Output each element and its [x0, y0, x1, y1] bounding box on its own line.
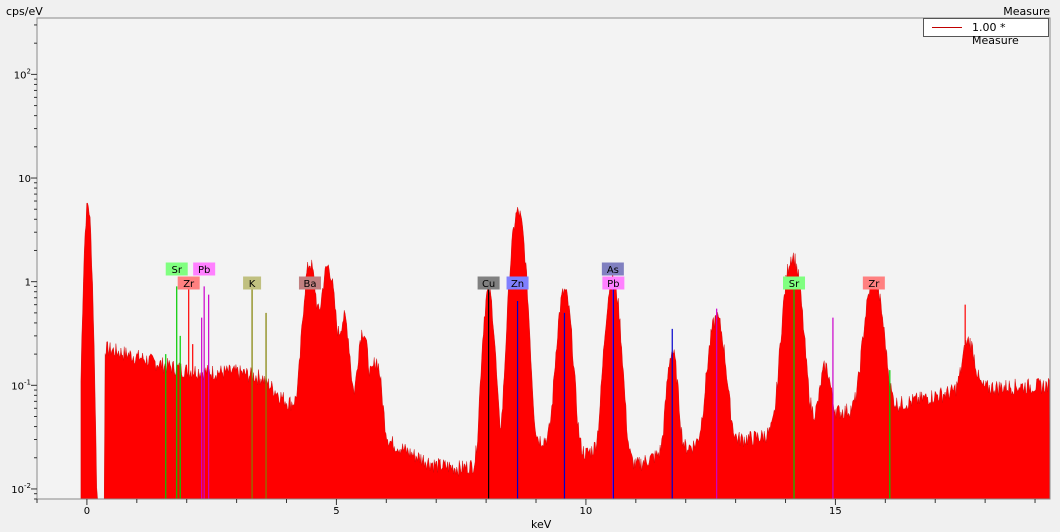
- legend-line-swatch: [932, 27, 962, 28]
- element-label-sr: Sr: [165, 262, 188, 276]
- element-label-sr: Sr: [783, 276, 806, 290]
- element-label-text: Zn: [511, 279, 524, 290]
- element-label-ba: Ba: [298, 276, 321, 290]
- element-label-zr: Zr: [862, 276, 885, 290]
- element-label-text: Cu: [482, 279, 495, 290]
- element-label-text: Ba: [303, 279, 316, 290]
- spectrum-chart: cps/eV Measure Sr Pb Zr K Ba Cu Zn As Pb Sr Zr 0 5 10…: [0, 0, 1060, 532]
- element-label-text: Pb: [198, 265, 210, 276]
- x-tick-label: 10: [580, 506, 593, 517]
- y-tick-label: 1: [25, 278, 31, 289]
- element-label-text: Zr: [183, 279, 195, 290]
- element-label-text: K: [249, 279, 256, 290]
- legend-entry-label: 1.00 * Measure: [972, 21, 1019, 47]
- element-label-text: As: [607, 265, 619, 276]
- y-tick-label: 10-1: [11, 378, 31, 392]
- y-tick-label: 10-2: [11, 482, 31, 496]
- element-label-text: Sr: [789, 279, 800, 290]
- element-label-as: As: [601, 262, 624, 276]
- element-label-k: K: [243, 276, 262, 290]
- x-axis-label: keV: [531, 518, 552, 531]
- element-label-text: Zr: [868, 279, 880, 290]
- legend[interactable]: 1.00 * Measure: [923, 18, 1049, 47]
- element-label-text: Pb: [607, 279, 619, 290]
- element-label-pb: Pb: [193, 262, 216, 276]
- element-label-cu: Cu: [477, 276, 500, 290]
- y-tick-label: 10: [18, 174, 31, 185]
- plot-area[interactable]: Sr PbZr K Ba Cu ZnAsPb Sr Zr0 5 10 1510-210-111010…: [0, 0, 1060, 532]
- x-tick-label: 5: [333, 506, 339, 517]
- element-label-zn: Zn: [506, 276, 529, 290]
- element-label-pb: Pb: [602, 276, 625, 290]
- y-tick-label: 102: [14, 67, 31, 81]
- element-label-text: Sr: [171, 265, 182, 276]
- x-tick-label: 0: [84, 506, 90, 517]
- x-tick-label: 15: [829, 506, 842, 517]
- element-label-zr: Zr: [177, 276, 200, 290]
